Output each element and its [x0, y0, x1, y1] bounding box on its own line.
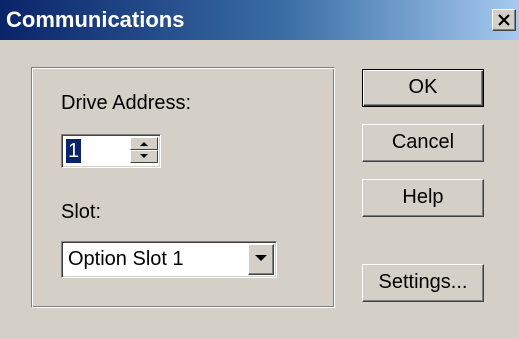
arrow-down-icon	[140, 154, 148, 158]
close-button[interactable]	[492, 9, 516, 31]
communications-dialog: Communications Drive Address: 1 Slot: Op…	[0, 0, 519, 339]
drive-address-input[interactable]: 1	[66, 139, 82, 163]
slot-selected-value: Option Slot 1	[68, 248, 184, 270]
help-button[interactable]: Help	[362, 179, 484, 217]
arrow-up-icon	[140, 142, 148, 146]
chevron-down-icon	[255, 255, 267, 261]
ok-button[interactable]: OK	[362, 69, 484, 107]
cancel-button[interactable]: Cancel	[362, 124, 484, 162]
slot-select[interactable]: Option Slot 1	[61, 241, 277, 278]
close-icon	[498, 14, 510, 26]
drive-address-label: Drive Address:	[61, 92, 192, 114]
slot-label: Slot:	[61, 201, 102, 223]
settings-button[interactable]: Settings...	[362, 264, 484, 302]
spin-down-button[interactable]	[130, 150, 158, 163]
slot-dropdown-button[interactable]	[248, 244, 274, 275]
spin-up-button[interactable]	[130, 137, 158, 150]
window-title: Communications	[6, 7, 185, 32]
title-bar[interactable]: Communications	[0, 0, 519, 40]
drive-address-spinner[interactable]: 1	[61, 134, 161, 168]
